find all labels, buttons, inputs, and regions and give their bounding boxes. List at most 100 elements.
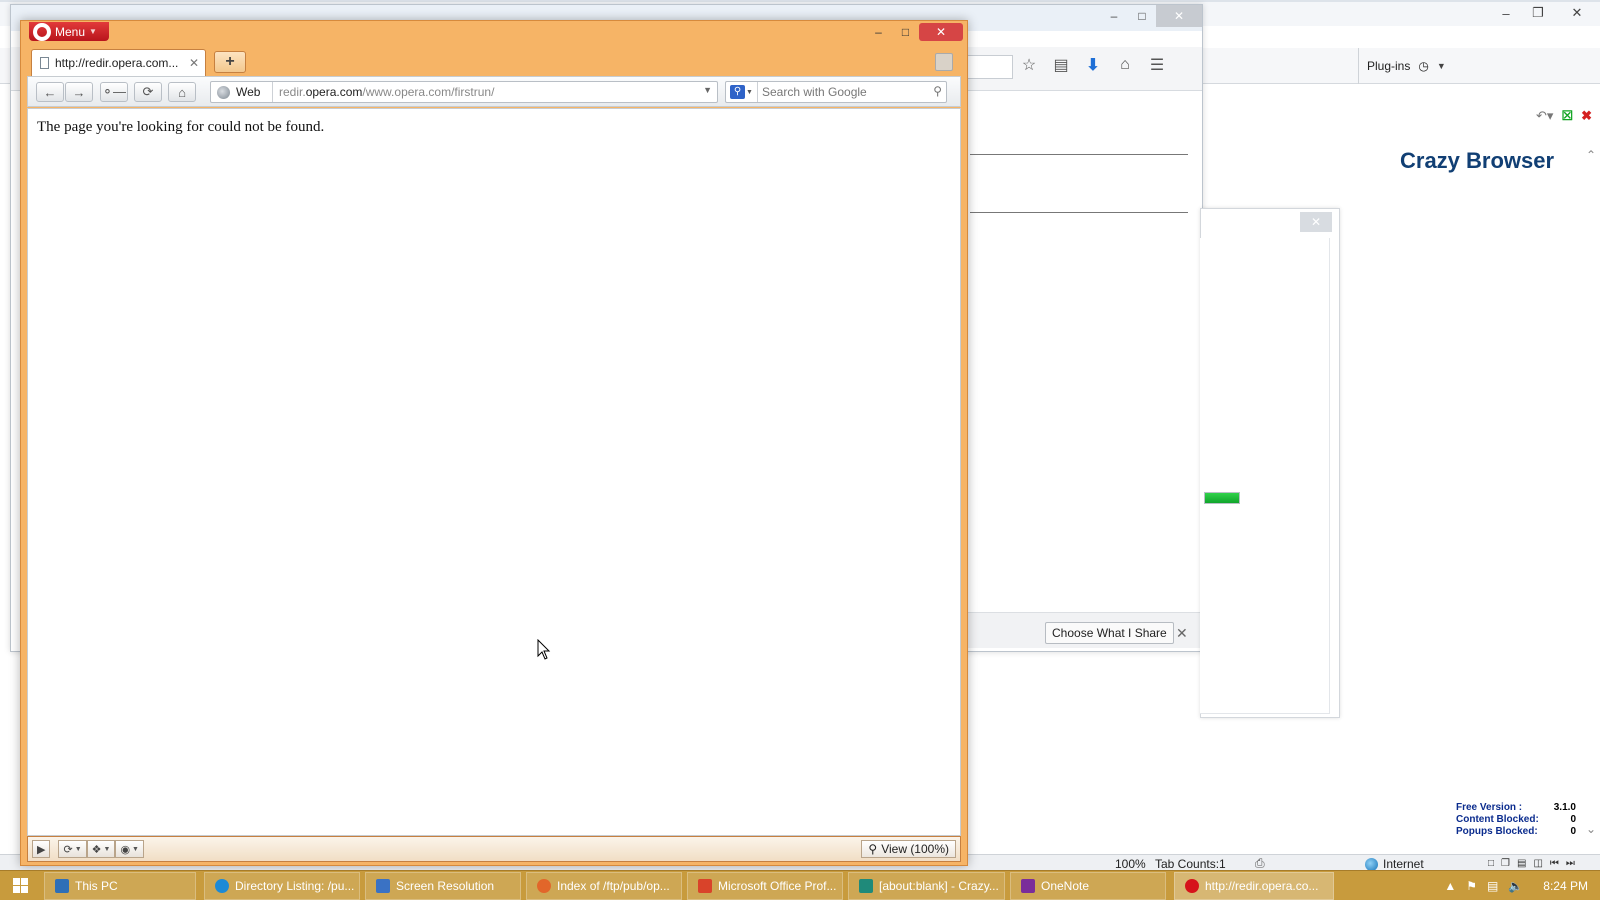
forward-button[interactable]: →: [65, 82, 93, 102]
mouse-cursor-icon: [537, 639, 551, 660]
dialog-close-button[interactable]: ✕: [1300, 212, 1332, 232]
address-bar[interactable]: Web redir.opera.com/www.opera.com/firstr…: [210, 81, 718, 103]
panel-toggle-button[interactable]: ▶: [32, 840, 51, 858]
error-message: The page you're looking for could not be…: [37, 119, 325, 135]
close-all-red-icon[interactable]: ✖: [1581, 108, 1592, 124]
taskbar-item-onenote[interactable]: OneNote: [1010, 872, 1166, 900]
opera-window: Menu ▼ – □ ✕ http://redir.opera.com... ✕…: [20, 20, 968, 866]
minimize-button[interactable]: –: [865, 23, 892, 41]
flag-icon[interactable]: ⚑: [1466, 879, 1477, 893]
turbo-button[interactable]: ◉ ▼: [115, 840, 144, 858]
layout-vertical-icon[interactable]: ◫: [1533, 858, 1542, 869]
download-icon[interactable]: ⬇: [1084, 56, 1102, 74]
close-button[interactable]: ✕: [1156, 5, 1202, 27]
start-button[interactable]: [0, 871, 40, 900]
sync-button[interactable]: ⟳ ▼: [58, 840, 87, 858]
sync-icon: ⟳: [63, 843, 73, 856]
home-button[interactable]: ⌂: [168, 82, 196, 102]
minimize-button[interactable]: –: [1490, 2, 1522, 24]
page-icon: [40, 57, 49, 69]
opera-toolbar: ← → ⚬— ⟳ ⌂ Web redir.opera.com/www.opera…: [27, 76, 961, 107]
system-tray: ▲ ⚑ ▤ 🔈 8:24 PM: [1444, 871, 1600, 900]
taskbar-item-opera[interactable]: http://redir.opera.co...: [1174, 872, 1334, 900]
progress-indicator: [1204, 492, 1240, 504]
undo-icon[interactable]: ↶▾: [1536, 108, 1553, 124]
opera-page-content: The page you're looking for could not be…: [27, 108, 961, 836]
url-path: /www.opera.com/firstrun/: [362, 85, 495, 99]
opera-status-bar: ▶ ⟳ ▼ ❖ ▼ ◉ ▼ ⚲ View (100%): [27, 836, 961, 862]
plugins-button[interactable]: Plug-ins ◷ ▼: [1358, 48, 1446, 84]
taskbar-item-firefox[interactable]: Index of /ftp/pub/op...: [526, 872, 682, 900]
zone-label: Internet: [1383, 857, 1424, 871]
reload-icon: ⟳: [142, 84, 154, 99]
taskbar-item-crazy-browser[interactable]: [about:blank] - Crazy...: [848, 872, 1005, 900]
minimize-button[interactable]: –: [1100, 5, 1128, 27]
maximize-button[interactable]: □: [892, 23, 919, 41]
network-icon[interactable]: ▤: [1487, 879, 1498, 893]
clock[interactable]: 8:24 PM: [1543, 879, 1588, 893]
address-prefix[interactable]: Web: [211, 82, 273, 102]
status-bar-buttons: ▶ ⟳ ▼ ❖ ▼ ◉ ▼: [32, 840, 144, 858]
unite-button[interactable]: ❖ ▼: [86, 840, 116, 858]
restore-button[interactable]: ❐: [1522, 2, 1554, 24]
scroll-up-icon[interactable]: ⌃: [1586, 148, 1596, 162]
wand-button[interactable]: ⚬—: [100, 82, 128, 102]
menu-label: Menu: [55, 24, 86, 39]
layout-horizontal-icon[interactable]: ▤: [1517, 858, 1526, 869]
plugins-label: Plug-ins: [1367, 59, 1411, 73]
choose-what-i-share-button[interactable]: Choose What I Share: [1045, 622, 1174, 644]
scroll-down-icon[interactable]: ⌄: [1586, 822, 1596, 836]
crazy-browser-icon: [859, 879, 873, 893]
close-button[interactable]: ✕: [919, 23, 963, 41]
chevron-down-icon[interactable]: ▼: [703, 85, 712, 95]
unite-icon: ❖: [91, 843, 102, 856]
trash-icon[interactable]: [935, 53, 953, 71]
taskbar-item-office[interactable]: Microsoft Office Prof...: [687, 872, 843, 900]
close-button[interactable]: ✕: [1554, 2, 1600, 24]
search-box: ⚲ ▼ ⚲: [725, 81, 947, 103]
volume-icon[interactable]: 🔈: [1508, 879, 1523, 893]
security-zone: Internet: [1365, 857, 1424, 871]
address-url[interactable]: redir.opera.com/www.opera.com/firstrun/: [279, 85, 494, 99]
reading-list-icon[interactable]: ▤: [1052, 56, 1070, 74]
previous-icon[interactable]: ⏮: [1550, 858, 1559, 869]
search-engine-icon: ⚲: [730, 85, 746, 99]
search-input[interactable]: [762, 83, 914, 101]
back-button[interactable]: ←: [36, 82, 64, 102]
tab-title: http://redir.opera.com...: [55, 56, 179, 70]
show-hidden-icons-icon[interactable]: ▲: [1444, 879, 1456, 893]
next-icon[interactable]: ⏭: [1566, 858, 1575, 869]
printer-icon[interactable]: ⎙: [1255, 856, 1265, 871]
close-icon[interactable]: ✕: [1176, 625, 1188, 642]
taskbar-item-directory-listing[interactable]: Directory Listing: /pu...: [204, 872, 360, 900]
windows-start-icon: [12, 878, 28, 893]
taskbar-item-this-pc[interactable]: This PC: [44, 872, 196, 900]
search-engine-selector[interactable]: ⚲ ▼: [726, 82, 758, 102]
new-tab-button[interactable]: +: [214, 51, 246, 73]
display-icon: [376, 879, 390, 893]
maximize-button[interactable]: □: [1128, 5, 1156, 27]
globe-icon: [1365, 857, 1378, 871]
taskbar-item-screen-resolution[interactable]: Screen Resolution: [365, 872, 521, 900]
opera-window-controls: – □ ✕: [865, 23, 963, 41]
reload-button[interactable]: ⟳: [134, 82, 162, 102]
search-icon[interactable]: ⚲: [933, 84, 942, 98]
url-subdomain: redir.: [279, 85, 306, 99]
star-icon[interactable]: ☆: [1020, 56, 1038, 74]
tab-opera-redirect[interactable]: http://redir.opera.com... ✕: [31, 49, 206, 76]
layout-single-icon[interactable]: □: [1488, 858, 1494, 869]
chevron-down-icon: ▼: [746, 88, 753, 96]
stat-row: Content Blocked: 0: [1456, 814, 1576, 825]
background-dialog-body: [1200, 238, 1330, 714]
close-tab-icon[interactable]: ✕: [189, 56, 199, 70]
home-icon[interactable]: ⌂: [1116, 56, 1134, 74]
zoom-view-button[interactable]: ⚲ View (100%): [861, 840, 956, 858]
firefox-toolbar-icons: ☆ ▤ ⬇ ⌂ ☰: [1020, 56, 1166, 74]
key-icon: ⚬—: [102, 84, 126, 99]
zoom-level[interactable]: 100%: [1115, 857, 1146, 871]
layout-cascade-icon[interactable]: ❐: [1501, 858, 1510, 869]
chevron-down-icon: ▼: [1436, 61, 1446, 71]
menu-icon[interactable]: ☰: [1148, 56, 1166, 74]
close-tab-green-icon[interactable]: ☒: [1561, 108, 1573, 124]
opera-menu-button[interactable]: Menu ▼: [29, 22, 109, 41]
